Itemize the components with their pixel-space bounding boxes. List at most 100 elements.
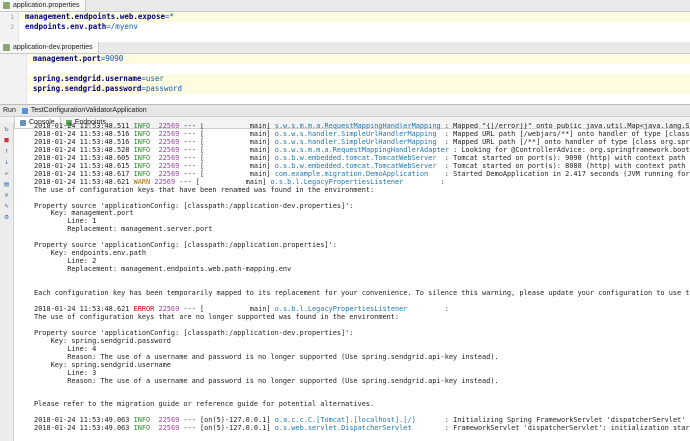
log-timestamp: 2018-01-24 11:53:48.621 bbox=[34, 177, 130, 186]
log-logger: o.s.b.l.LegacyPropertiesListener bbox=[270, 177, 437, 186]
log-logger: s.w.s.m.m.a.RequestMappingHandlerMapping bbox=[274, 123, 441, 130]
log-logger: o.s.w.s.m.m.a.RequestMappingHandlerAdapt… bbox=[274, 145, 449, 154]
log-level: INFO bbox=[133, 137, 151, 146]
log-message: : Mapped "{[/error]}" onto public java.u… bbox=[444, 123, 690, 130]
run-config-name[interactable]: TestConfigurationValidatorApplication bbox=[31, 107, 147, 114]
console-text-line: Key: spring.sendgrid.password bbox=[34, 336, 171, 345]
log-message: : Looking for @ControllerAdvice: org.spr… bbox=[453, 145, 690, 154]
editor-application-dev-properties[interactable]: management.port=9090 spring.sendgrid.use… bbox=[0, 54, 690, 104]
log-logger: o.s.b.l.LegacyPropertiesListener bbox=[274, 304, 441, 313]
code-line[interactable] bbox=[0, 64, 690, 74]
property-key: spring.sendgrid.username bbox=[33, 74, 142, 83]
log-pid: 22569 bbox=[158, 416, 180, 425]
settings-icon[interactable]: ⚙ bbox=[2, 213, 11, 222]
wrap-icon[interactable]: ⤶ bbox=[2, 169, 11, 178]
log-pid: 22569 bbox=[158, 137, 180, 146]
log-thread: --- [ main] bbox=[183, 153, 271, 162]
log-timestamp: 2018-01-24 11:53:48.605 bbox=[34, 153, 130, 162]
line-number: 2 bbox=[0, 22, 19, 32]
log-timestamp: 2018-01-24 11:53:49.063 bbox=[34, 424, 130, 433]
pin-icon[interactable]: ✎ bbox=[2, 202, 11, 211]
log-pid: 22569 bbox=[158, 123, 180, 130]
log-logger: o.s.b.w.embedded.tomcat.TomcatWebServer bbox=[274, 161, 441, 170]
code-line[interactable]: 1 management.endpoints.web.expose=* bbox=[0, 12, 690, 22]
property-key: spring.sendgrid.password bbox=[33, 84, 142, 93]
log-pid: 22569 bbox=[158, 304, 180, 313]
run-toolbar: Run TestConfigurationValidatorApplicatio… bbox=[0, 104, 690, 117]
spring-boot-icon bbox=[21, 107, 28, 114]
property-value: =user bbox=[141, 74, 164, 83]
log-level: INFO bbox=[133, 161, 151, 170]
log-logger: o.a.c.c.C.[Tomcat].[localhost].[/] bbox=[274, 416, 441, 425]
log-message: : Tomcat started on port(s): 9090 (http)… bbox=[444, 153, 690, 162]
console-text-line: Each configuration key has been temporar… bbox=[34, 289, 690, 298]
code-line[interactable]: management.port=9090 bbox=[0, 54, 690, 64]
log-pid: 22569 bbox=[158, 424, 180, 433]
code-line[interactable] bbox=[0, 32, 690, 42]
log-level: INFO bbox=[133, 416, 151, 425]
console-text-line: Please refer to the migration guide or r… bbox=[34, 400, 375, 409]
log-thread: --- [on(5)-127.0.0.1] bbox=[183, 424, 271, 433]
log-level: INFO bbox=[133, 123, 151, 130]
console-text-line bbox=[34, 274, 690, 282]
log-level: INFO bbox=[133, 169, 151, 178]
log-level: INFO bbox=[133, 153, 151, 162]
log-pid: 22569 bbox=[158, 145, 180, 154]
code-line[interactable] bbox=[0, 94, 690, 104]
tab-label: application-dev.properties bbox=[13, 44, 93, 51]
log-timestamp: 2018-01-24 11:53:48.511 bbox=[34, 123, 130, 130]
tab-label: application.properties bbox=[13, 2, 80, 9]
log-timestamp: 2018-01-24 11:53:48.615 bbox=[34, 161, 130, 170]
log-message: : Started DemoApplication in 2.417 secon… bbox=[444, 169, 690, 178]
log-thread: --- [ main] bbox=[183, 137, 271, 146]
console-text-line: Reason: The use of a username and passwo… bbox=[34, 376, 499, 385]
stop-icon[interactable]: ■ bbox=[2, 136, 11, 145]
print-icon[interactable]: ▤ bbox=[2, 180, 11, 189]
property-value: =9090 bbox=[100, 54, 124, 63]
code-line[interactable]: spring.sendgrid.username=user bbox=[0, 74, 690, 84]
log-level: INFO bbox=[133, 145, 151, 154]
property-key: management.endpoints.web.expose bbox=[25, 12, 165, 21]
log-message: : Mapped URL path [/webjars/**] onto han… bbox=[444, 129, 690, 138]
property-value: =password bbox=[141, 84, 183, 93]
scroll-down-icon[interactable]: ↓ bbox=[2, 158, 11, 167]
log-timestamp: 2018-01-24 11:53:48.528 bbox=[34, 145, 130, 154]
property-key: endpoints.env.path bbox=[25, 22, 107, 31]
console-text-line: The use of configuration keys that are n… bbox=[34, 312, 400, 321]
log-timestamp: 2018-01-24 11:53:48.516 bbox=[34, 129, 130, 138]
log-thread: --- [on(5)-127.0.0.1] bbox=[183, 416, 271, 425]
console-panel: ↻ ■ ↑ ↓ ⤶ ▤ ✕ ✎ ⚙ 2018-01-24 11:53:48.51… bbox=[0, 123, 690, 441]
scroll-up-icon[interactable]: ↑ bbox=[2, 147, 11, 156]
log-pid: 22569 bbox=[154, 177, 176, 186]
log-message: : bbox=[444, 304, 449, 313]
console-text-line bbox=[34, 385, 690, 393]
log-level: ERROR bbox=[133, 304, 155, 313]
log-logger: o.s.w.s.handler.SimpleUrlHandlerMapping bbox=[274, 137, 441, 146]
log-level: WARN bbox=[133, 177, 151, 186]
editor-application-properties[interactable]: 1 management.endpoints.web.expose=* 2 en… bbox=[0, 12, 690, 42]
tab-application-properties[interactable]: application.properties bbox=[0, 0, 86, 11]
log-timestamp: 2018-01-24 11:53:48.617 bbox=[34, 169, 130, 178]
tab-application-dev-properties[interactable]: application-dev.properties bbox=[0, 42, 99, 53]
rerun-icon[interactable]: ↻ bbox=[2, 125, 11, 134]
log-thread: --- [ main] bbox=[183, 129, 271, 138]
property-value: =* bbox=[164, 12, 175, 21]
log-message: : Tomcat started on port(s): 8080 (http)… bbox=[444, 161, 690, 170]
log-pid: 22569 bbox=[158, 161, 180, 170]
log-message: : FrameworkServlet 'dispatcherServlet': … bbox=[444, 424, 690, 433]
console-text-line: Key: spring.sendgrid.username bbox=[34, 360, 171, 369]
code-line[interactable]: 2 endpoints.env.path=/myenv bbox=[0, 22, 690, 32]
console-output[interactable]: 2018-01-24 11:53:48.511 INFO 22569 --- [… bbox=[14, 123, 690, 441]
console-text-line: The use of configuration keys that have … bbox=[34, 185, 375, 194]
line-number: 1 bbox=[0, 12, 19, 22]
console-text-line: Replacement: management.server.port bbox=[34, 225, 213, 234]
log-timestamp: 2018-01-24 11:53:49.063 bbox=[34, 416, 130, 425]
properties-file-icon bbox=[3, 2, 10, 9]
log-message: : Initializing Spring FrameworkServlet '… bbox=[444, 416, 686, 425]
trash-icon[interactable]: ✕ bbox=[2, 191, 11, 200]
file-tab-bar: application.properties bbox=[0, 0, 690, 12]
code-line[interactable]: spring.sendgrid.password=password bbox=[0, 84, 690, 94]
console-text-line: Replacement: management.endpoints.web.pa… bbox=[34, 265, 292, 274]
log-logger: o.s.web.servlet.DispatcherServlet bbox=[274, 424, 441, 433]
log-line: 2018-01-24 11:53:49.063 INFO 22569 --- [… bbox=[34, 424, 690, 433]
